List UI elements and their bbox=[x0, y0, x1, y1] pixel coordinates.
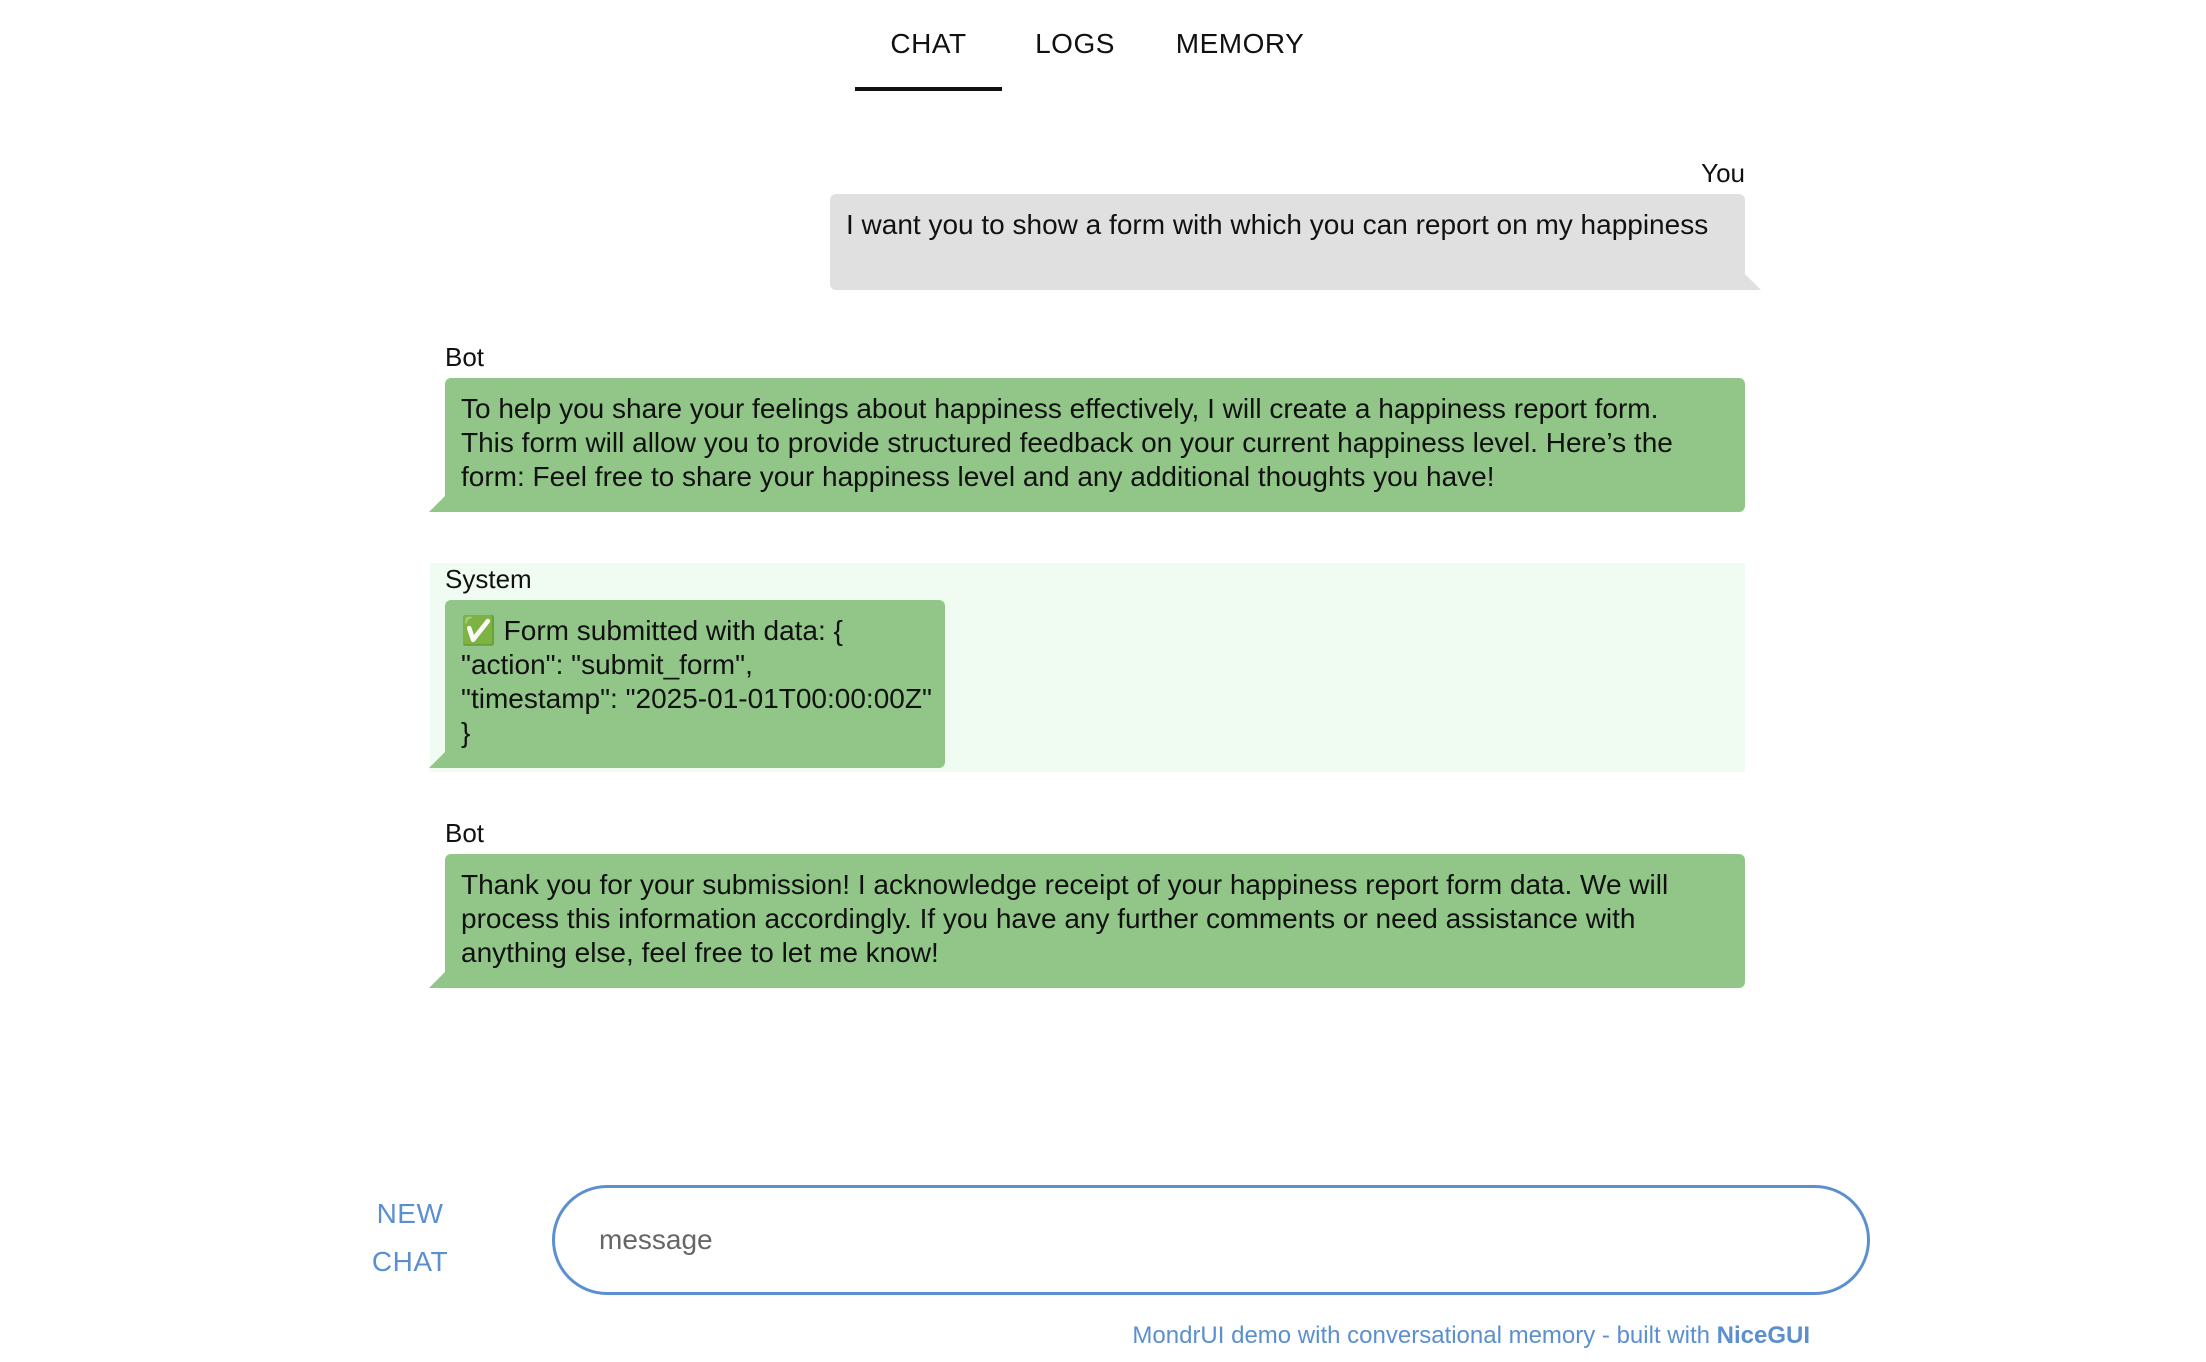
message-sender-you: You bbox=[1701, 158, 1745, 188]
tab-logs[interactable]: LOGS bbox=[1020, 0, 1130, 88]
message-input[interactable] bbox=[555, 1224, 1867, 1256]
message-text-line: "action": "submit_form", bbox=[461, 649, 753, 680]
message-bubble-system: ✅ Form submitted with data: { "action": … bbox=[445, 600, 945, 768]
message-text-line: Thank you for your submission! I acknowl… bbox=[461, 869, 1669, 900]
message-bubble-bot: Thank you for your submission! I acknowl… bbox=[445, 854, 1745, 988]
message-text-line: This form will allow you to provide stru… bbox=[461, 427, 1673, 458]
bubble-tail bbox=[429, 972, 445, 988]
footer: MondrUI demo with conversational memory … bbox=[1020, 1322, 1810, 1350]
message-text-line: form: Feel free to share your happiness … bbox=[461, 461, 1495, 492]
tab-chat[interactable]: CHAT bbox=[855, 0, 1002, 91]
message-sender-system: System bbox=[445, 564, 532, 594]
message-text-line: anything else, feel free to let me know! bbox=[461, 937, 939, 968]
message-text: I want you to show a form with which you… bbox=[846, 209, 1709, 240]
message-text-line: ✅ Form submitted with data: { bbox=[461, 615, 843, 646]
message-sender-bot: Bot bbox=[445, 818, 485, 848]
message-input-container bbox=[552, 1185, 1870, 1295]
bubble-tail bbox=[429, 752, 445, 768]
new-chat-button[interactable]: NEW CHAT bbox=[360, 1190, 460, 1286]
tab-bar: CHAT LOGS MEMORY bbox=[0, 0, 2206, 92]
footer-text: MondrUI demo with conversational memory … bbox=[1132, 1322, 1717, 1349]
new-chat-label-line2: CHAT bbox=[371, 1246, 449, 1277]
new-chat-label-line1: NEW bbox=[376, 1198, 444, 1229]
message-text-line: To help you share your feelings about ha… bbox=[461, 393, 1659, 424]
bubble-tail bbox=[429, 496, 445, 512]
message-text-line: process this information accordingly. If… bbox=[461, 903, 1636, 934]
tab-memory[interactable]: MEMORY bbox=[1155, 0, 1325, 88]
bubble-tail bbox=[1745, 274, 1761, 290]
message-text-line: } bbox=[461, 717, 471, 748]
message-sender-bot: Bot bbox=[445, 342, 485, 372]
message-text-line: "timestamp": "2025-01-01T00:00:00Z" bbox=[461, 683, 932, 714]
message-bubble-user: I want you to show a form with which you… bbox=[830, 194, 1745, 290]
message-bubble-bot: To help you share your feelings about ha… bbox=[445, 378, 1745, 512]
nicegui-link[interactable]: NiceGUI bbox=[1717, 1322, 1810, 1349]
